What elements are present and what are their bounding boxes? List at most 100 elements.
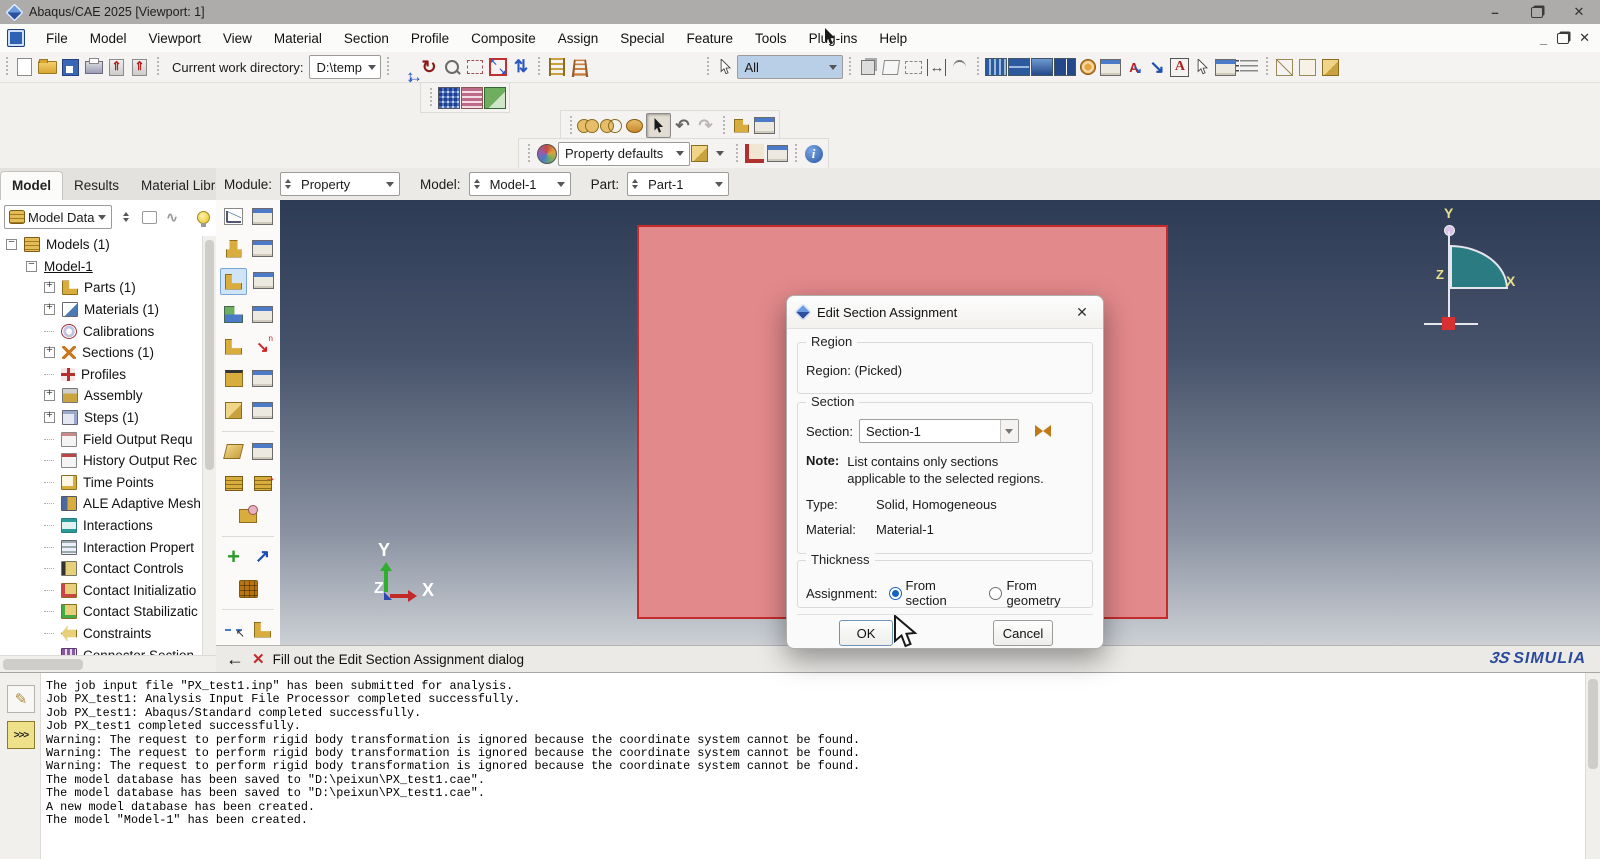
radio-selected-icon[interactable] <box>889 587 902 600</box>
scrollbar-thumb[interactable] <box>205 240 214 470</box>
toolbar-handle[interactable] <box>1263 57 1270 77</box>
assign-section-button[interactable] <box>220 268 247 295</box>
union-groups-button[interactable] <box>577 114 600 137</box>
color-code-combo[interactable]: Property defaults <box>558 142 690 166</box>
box-zoom-button[interactable] <box>463 56 486 79</box>
building-display-button-blue[interactable] <box>437 86 460 109</box>
spinner-icon[interactable] <box>285 179 291 189</box>
expand-icon[interactable] <box>44 304 55 315</box>
tree-item-contact-stabilizations[interactable]: Contact Stabilizatic <box>0 601 216 623</box>
radio-from-geometry[interactable]: From geometry <box>989 578 1092 608</box>
collapse-icon[interactable] <box>6 239 17 250</box>
pick-tool-button-active[interactable] <box>646 113 671 138</box>
query-manager-button[interactable] <box>753 114 776 137</box>
scrollbar-thumb[interactable] <box>3 659 83 670</box>
composite-layup-manager-button[interactable] <box>250 302 275 327</box>
iso-view-button[interactable] <box>879 56 902 79</box>
wireframe-cube-button[interactable] <box>1273 56 1296 79</box>
mdi-close-button[interactable] <box>1579 30 1590 46</box>
create-material-button[interactable] <box>221 204 246 229</box>
tree-expand-collapse-icon[interactable] <box>117 208 135 226</box>
minimize-button[interactable] <box>1474 0 1516 24</box>
menu-special[interactable]: Special <box>609 27 675 50</box>
annotation-manager-button[interactable] <box>1214 56 1237 79</box>
shell-tools-button[interactable] <box>221 439 246 464</box>
toolbar-handle[interactable] <box>3 57 10 77</box>
toolbar-handle[interactable] <box>792 144 799 164</box>
color-code-palette-button[interactable] <box>535 142 558 165</box>
display-manager-button[interactable] <box>1099 56 1122 79</box>
partition-waffle-button[interactable] <box>236 576 261 601</box>
assign-beam-orientation-button[interactable] <box>221 334 246 359</box>
menu-help[interactable]: Help <box>868 27 918 50</box>
model-combo[interactable]: Model-1 <box>469 172 571 196</box>
tree-item-model-1[interactable]: Model-1 <box>0 256 216 278</box>
cancel-button[interactable]: Cancel <box>993 620 1053 646</box>
solid-cube-button[interactable] <box>1319 56 1342 79</box>
solid-tools-button[interactable] <box>221 398 246 423</box>
tree-frame-icon[interactable] <box>140 208 158 226</box>
part-combo[interactable]: Part-1 <box>627 172 729 196</box>
rotate-view-button[interactable] <box>417 56 440 79</box>
radio-from-section[interactable]: From section <box>889 578 979 608</box>
menu-profile[interactable]: Profile <box>400 27 460 50</box>
toolbar-handle[interactable] <box>720 116 727 136</box>
section-manager-button[interactable] <box>250 236 275 261</box>
edit-layup-button[interactable] <box>221 471 246 496</box>
tree-item-time-points[interactable]: Time Points <box>0 472 216 494</box>
create-composite-layup-button[interactable] <box>221 302 246 327</box>
tree-item-calibrations[interactable]: Calibrations <box>0 320 216 342</box>
submit-job-button-1[interactable] <box>105 56 128 79</box>
module-combo[interactable]: Property <box>280 172 400 196</box>
restore-button[interactable] <box>1516 0 1558 24</box>
mdi-restore-button[interactable] <box>1557 33 1569 44</box>
redo-button[interactable] <box>694 114 717 137</box>
skin-manager-button[interactable] <box>250 366 275 391</box>
edit-feature-button[interactable] <box>250 544 275 569</box>
menu-view[interactable]: View <box>212 27 263 50</box>
tips-lightbulb-icon[interactable] <box>194 208 212 226</box>
single-group-button[interactable] <box>623 114 646 137</box>
menu-tools[interactable]: Tools <box>744 27 798 50</box>
expand-icon[interactable] <box>44 347 55 358</box>
chevron-down-icon[interactable] <box>1000 420 1018 442</box>
fit-view-button[interactable] <box>486 56 509 79</box>
display-group-manager-button[interactable] <box>766 142 789 165</box>
spinner-icon[interactable] <box>632 179 638 189</box>
wireframe-render-button[interactable] <box>984 56 1007 79</box>
info-button[interactable] <box>802 142 825 165</box>
arc-tool-button[interactable] <box>948 56 971 79</box>
compass-wedge[interactable] <box>1450 245 1508 289</box>
annotation-list-button[interactable] <box>1237 56 1260 79</box>
tree-item-parts[interactable]: Parts (1) <box>0 277 216 299</box>
toolbar-handle[interactable] <box>427 88 434 108</box>
rectangle-select-button[interactable] <box>902 56 925 79</box>
tree-item-contact-initializations[interactable]: Contact Initializatio <box>0 580 216 602</box>
scrollbar-thumb[interactable] <box>1588 679 1598 769</box>
menu-assign[interactable]: Assign <box>547 27 610 50</box>
copy-layup-button[interactable] <box>250 471 275 496</box>
new-model-button[interactable] <box>13 56 36 79</box>
measure-tool-button[interactable] <box>221 617 246 642</box>
tree-item-profiles[interactable]: Profiles <box>0 364 216 386</box>
tree-item-assembly[interactable]: Assembly <box>0 385 216 407</box>
menu-viewport[interactable]: Viewport <box>138 27 212 50</box>
hidden-line-render-button[interactable] <box>1007 56 1030 79</box>
submit-job-button-2[interactable] <box>128 56 151 79</box>
ok-button[interactable]: OK <box>839 620 893 646</box>
toolbar-handle[interactable] <box>704 57 711 77</box>
tree-item-ale-adaptive-mesh[interactable]: ALE Adaptive Mesh <box>0 493 216 515</box>
toolbar-handle[interactable] <box>525 144 532 164</box>
create-skin-button[interactable] <box>221 366 246 391</box>
ladder-tool-button-2[interactable] <box>568 56 591 79</box>
tree-horizontal-scrollbar[interactable] <box>0 655 217 673</box>
undo-button[interactable] <box>671 114 694 137</box>
expand-icon[interactable] <box>44 282 55 293</box>
tab-material-library[interactable]: Material Libra <box>130 172 216 200</box>
building-display-button-pink[interactable] <box>460 86 483 109</box>
tree-item-interaction-properties[interactable]: Interaction Propert <box>0 536 216 558</box>
cycle-views-button[interactable] <box>509 56 532 79</box>
menu-composite[interactable]: Composite <box>460 27 547 50</box>
display-group-cube-button[interactable] <box>690 142 730 165</box>
toolbar-handle[interactable] <box>846 57 853 77</box>
